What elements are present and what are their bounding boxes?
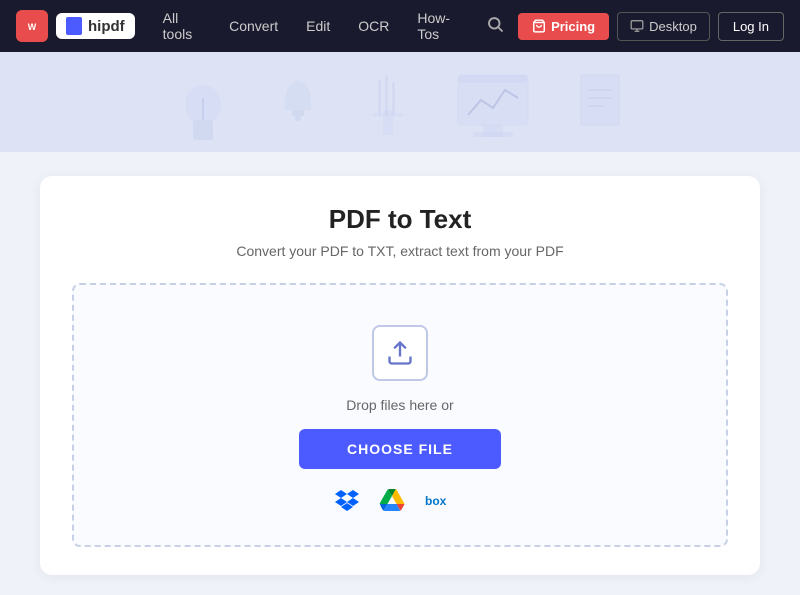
nav-edit[interactable]: Edit — [294, 12, 342, 40]
nav-howtos[interactable]: How-Tos — [405, 4, 472, 48]
tool-card: PDF to Text Convert your PDF to TXT, ext… — [40, 176, 760, 575]
choose-file-button[interactable]: CHOOSE FILE — [299, 429, 501, 469]
hipdf-icon — [66, 17, 82, 35]
chart-icon — [453, 70, 533, 145]
bell-icon — [273, 70, 323, 145]
hipdf-logo[interactable]: hipdf — [56, 13, 135, 39]
wondershare-logo: W — [16, 10, 48, 42]
login-button[interactable]: Log In — [718, 12, 784, 41]
svg-text:W: W — [28, 22, 37, 32]
desktop-button[interactable]: Desktop — [617, 12, 710, 41]
brand-area: W hipdf — [16, 10, 135, 42]
decorative-banner — [0, 52, 800, 152]
document-icon — [573, 70, 628, 145]
pricing-label: Pricing — [551, 19, 595, 34]
pricing-button[interactable]: Pricing — [518, 13, 609, 40]
box-icon[interactable]: box — [425, 491, 465, 516]
nav-ocr[interactable]: OCR — [346, 12, 401, 40]
plant-icon — [173, 60, 233, 145]
nav-links: All tools Convert Edit OCR How-Tos — [151, 4, 472, 48]
nav-actions: Pricing Desktop Log In — [480, 9, 784, 44]
tool-title: PDF to Text — [72, 204, 728, 235]
login-label: Log In — [733, 19, 769, 34]
tool-subtitle: Convert your PDF to TXT, extract text fr… — [72, 243, 728, 259]
nav-convert[interactable]: Convert — [217, 12, 290, 40]
drop-text: Drop files here or — [346, 397, 453, 413]
search-icon[interactable] — [480, 9, 510, 44]
nav-all-tools[interactable]: All tools — [151, 4, 213, 48]
dropbox-icon[interactable] — [335, 489, 359, 517]
desktop-label: Desktop — [649, 19, 697, 34]
tools-icon — [363, 60, 413, 145]
drop-zone[interactable]: Drop files here or CHOOSE FILE — [72, 283, 728, 547]
main-content: PDF to Text Convert your PDF to TXT, ext… — [0, 152, 800, 595]
banner-illustrations — [173, 60, 628, 145]
navbar: W hipdf All tools Convert Edit OCR How-T… — [0, 0, 800, 52]
cloud-service-icons: box — [335, 489, 465, 517]
hipdf-text: hipdf — [88, 18, 125, 35]
svg-text:box: box — [425, 494, 447, 508]
upload-icon — [372, 325, 428, 381]
google-drive-icon[interactable] — [379, 489, 405, 517]
